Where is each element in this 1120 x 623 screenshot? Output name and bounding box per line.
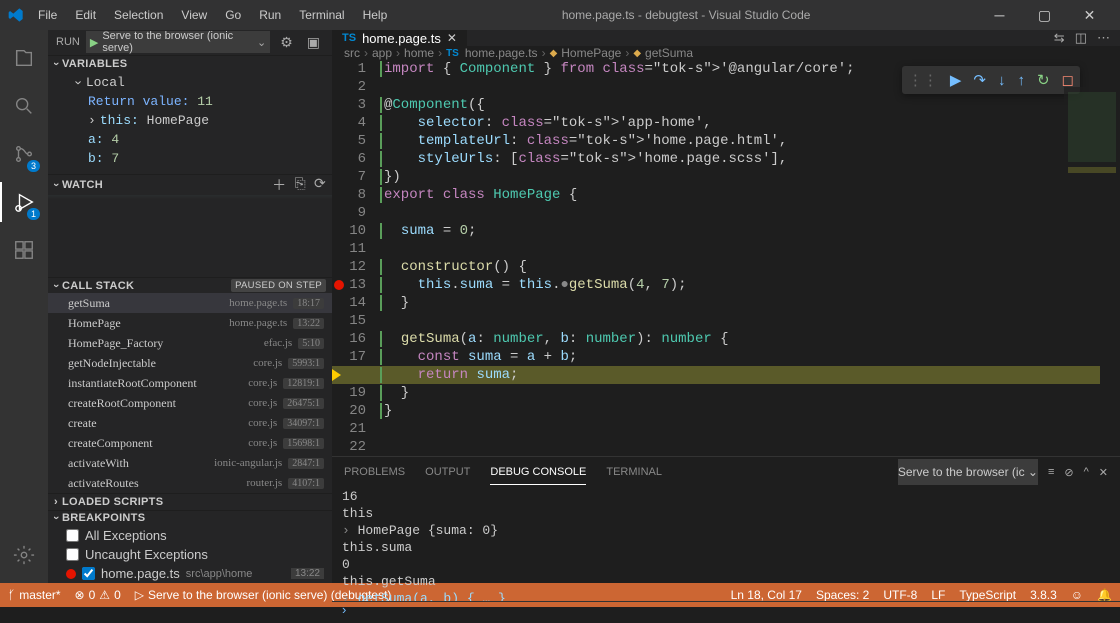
branch-item[interactable]: ᚶ master* bbox=[8, 588, 61, 602]
callstack-item[interactable]: activateWithionic-angular.js2847:1 bbox=[48, 453, 332, 473]
menubar[interactable]: File Edit Selection View Go Run Terminal… bbox=[30, 4, 395, 26]
menu-help[interactable]: Help bbox=[355, 4, 396, 26]
explorer-icon[interactable] bbox=[0, 38, 48, 78]
code-editor[interactable]: 12345678910111213141516171819202122 impo… bbox=[332, 60, 1120, 456]
tab-home-page[interactable]: TS home.page.ts ✕ bbox=[332, 30, 468, 46]
vscode-icon bbox=[8, 7, 24, 23]
callstack-item[interactable]: getNodeInjectablecore.js5993:1 bbox=[48, 353, 332, 373]
line-gutter[interactable]: 12345678910111213141516171819202122 bbox=[332, 60, 380, 456]
console-icon[interactable]: ▣ bbox=[303, 34, 324, 51]
checkbox[interactable] bbox=[66, 529, 79, 542]
watch-header[interactable]: WATCH ＋⎘⟳ bbox=[48, 174, 332, 195]
collapse-icon[interactable]: ⎘ bbox=[294, 175, 306, 195]
titlebar: File Edit Selection View Go Run Terminal… bbox=[0, 0, 1120, 30]
scm-badge: 3 bbox=[27, 160, 40, 172]
menu-view[interactable]: View bbox=[173, 4, 215, 26]
panel-tabs: PROBLEMS OUTPUT DEBUG CONSOLE TERMINAL S… bbox=[332, 457, 1120, 487]
minimize-icon[interactable]: ─ bbox=[977, 0, 1022, 30]
repl-input[interactable]: › bbox=[332, 601, 1120, 623]
problems-item[interactable]: ⊗ 0 ⚠ 0 bbox=[75, 588, 121, 602]
bp-all-exceptions[interactable]: All Exceptions bbox=[48, 526, 332, 545]
debug-sidebar: RUN ▶ Serve to the browser (ionic serve)… bbox=[48, 30, 332, 583]
callstack-body: getSumahome.page.ts18:17HomePagehome.pag… bbox=[48, 293, 332, 493]
run-debug-icon[interactable]: 1 bbox=[0, 182, 48, 222]
callstack-item[interactable]: createComponentcore.js15698:1 bbox=[48, 433, 332, 453]
scm-icon[interactable]: 3 bbox=[0, 134, 48, 174]
execution-arrow-icon bbox=[332, 369, 341, 381]
filter-icon[interactable]: ≡ bbox=[1048, 460, 1054, 484]
menu-file[interactable]: File bbox=[30, 4, 65, 26]
menu-edit[interactable]: Edit bbox=[67, 4, 104, 26]
debug-badge: 1 bbox=[27, 208, 40, 220]
callstack-item[interactable]: activateRoutesrouter.js4107:1 bbox=[48, 473, 332, 493]
play-icon[interactable]: ▶ bbox=[90, 36, 98, 49]
loaded-scripts-header[interactable]: LOADED SCRIPTS bbox=[48, 493, 332, 509]
callstack-header[interactable]: CALL STACKPAUSED ON STEP bbox=[48, 277, 332, 293]
more-icon[interactable]: ⋯ bbox=[1097, 30, 1110, 46]
breadcrumb[interactable]: src› app› home› TShome.page.ts› ◆ HomePa… bbox=[332, 46, 1120, 60]
menu-run[interactable]: Run bbox=[251, 4, 289, 26]
clear-icon[interactable]: ⊘ bbox=[1064, 460, 1073, 485]
editor-area: TS home.page.ts ✕ ⇆ ◫ ⋯ src› app› home› … bbox=[332, 30, 1120, 583]
maximize-panel-icon[interactable]: ^ bbox=[1084, 460, 1089, 484]
tab-terminal[interactable]: TERMINAL bbox=[606, 460, 662, 484]
close-icon[interactable]: ✕ bbox=[1067, 0, 1112, 30]
checkbox[interactable] bbox=[82, 567, 95, 580]
callstack-item[interactable]: instantiateRootComponentcore.js12819:1 bbox=[48, 373, 332, 393]
run-config-name: Serve to the browser (ionic serve) bbox=[102, 30, 253, 54]
menu-go[interactable]: Go bbox=[217, 4, 249, 26]
split-icon[interactable]: ◫ bbox=[1075, 30, 1087, 46]
run-label: RUN bbox=[56, 36, 80, 48]
menu-selection[interactable]: Selection bbox=[106, 4, 171, 26]
settings-icon[interactable]: ⚙ bbox=[276, 34, 297, 51]
activity-bar: 3 1 bbox=[0, 30, 48, 583]
menu-terminal[interactable]: Terminal bbox=[291, 4, 352, 26]
tab-problems[interactable]: PROBLEMS bbox=[344, 460, 405, 484]
callstack-item[interactable]: getSumahome.page.ts18:17 bbox=[48, 293, 332, 313]
ts-icon: TS bbox=[342, 32, 356, 44]
close-panel-icon[interactable]: ✕ bbox=[1099, 460, 1108, 485]
tab-bar: TS home.page.ts ✕ ⇆ ◫ ⋯ bbox=[332, 30, 1120, 46]
maximize-icon[interactable]: ▢ bbox=[1022, 0, 1067, 30]
tab-label: home.page.ts bbox=[362, 31, 441, 46]
breakpoints-body: All Exceptions Uncaught Exceptions home.… bbox=[48, 526, 332, 583]
chevron-down-icon[interactable]: ⌄ bbox=[257, 36, 266, 49]
minimap[interactable] bbox=[1064, 87, 1120, 247]
pause-status: PAUSED ON STEP bbox=[231, 279, 326, 292]
debug-console[interactable]: 16 this › HomePage {suma: 0} this.suma 0… bbox=[332, 487, 1120, 601]
callstack-item[interactable]: HomePagehome.page.ts13:22 bbox=[48, 313, 332, 333]
search-icon[interactable] bbox=[0, 86, 48, 126]
breakpoints-header[interactable]: BREAKPOINTS bbox=[48, 510, 332, 526]
callstack-item[interactable]: HomePage_Factoryefac.js5:10 bbox=[48, 333, 332, 353]
bottom-panel: PROBLEMS OUTPUT DEBUG CONSOLE TERMINAL S… bbox=[332, 456, 1120, 623]
breakpoint-glyph[interactable] bbox=[334, 280, 344, 290]
tab-output[interactable]: OUTPUT bbox=[425, 460, 470, 484]
run-header: RUN ▶ Serve to the browser (ionic serve)… bbox=[48, 30, 332, 55]
close-tab-icon[interactable]: ✕ bbox=[447, 31, 457, 45]
watch-body[interactable] bbox=[48, 195, 332, 277]
refresh-icon[interactable]: ⟳ bbox=[314, 175, 326, 195]
callstack-item[interactable]: createRootComponentcore.js26475:1 bbox=[48, 393, 332, 413]
variables-body: Local Return value: 11 this: HomePage a:… bbox=[48, 71, 332, 174]
gear-icon[interactable] bbox=[0, 535, 48, 575]
callstack-item[interactable]: createcore.js34097:1 bbox=[48, 413, 332, 433]
run-config-select[interactable]: ▶ Serve to the browser (ionic serve) ⌄ bbox=[86, 31, 270, 53]
bp-uncaught[interactable]: Uncaught Exceptions bbox=[48, 545, 332, 564]
add-icon[interactable]: ＋ bbox=[272, 175, 286, 195]
bp-file[interactable]: home.page.ts src\app\home13:22 bbox=[48, 564, 332, 583]
window-title: home.page.ts - debugtest - Visual Studio… bbox=[395, 8, 977, 22]
breakpoint-dot-icon bbox=[66, 569, 76, 579]
checkbox[interactable] bbox=[66, 548, 79, 561]
tab-debug-console[interactable]: DEBUG CONSOLE bbox=[490, 460, 586, 485]
extensions-icon[interactable] bbox=[0, 230, 48, 270]
variables-header[interactable]: VARIABLES bbox=[48, 55, 332, 71]
compare-icon[interactable]: ⇆ bbox=[1054, 30, 1065, 46]
session-select[interactable]: Serve to the browser (ic ⌄ bbox=[898, 459, 1038, 485]
